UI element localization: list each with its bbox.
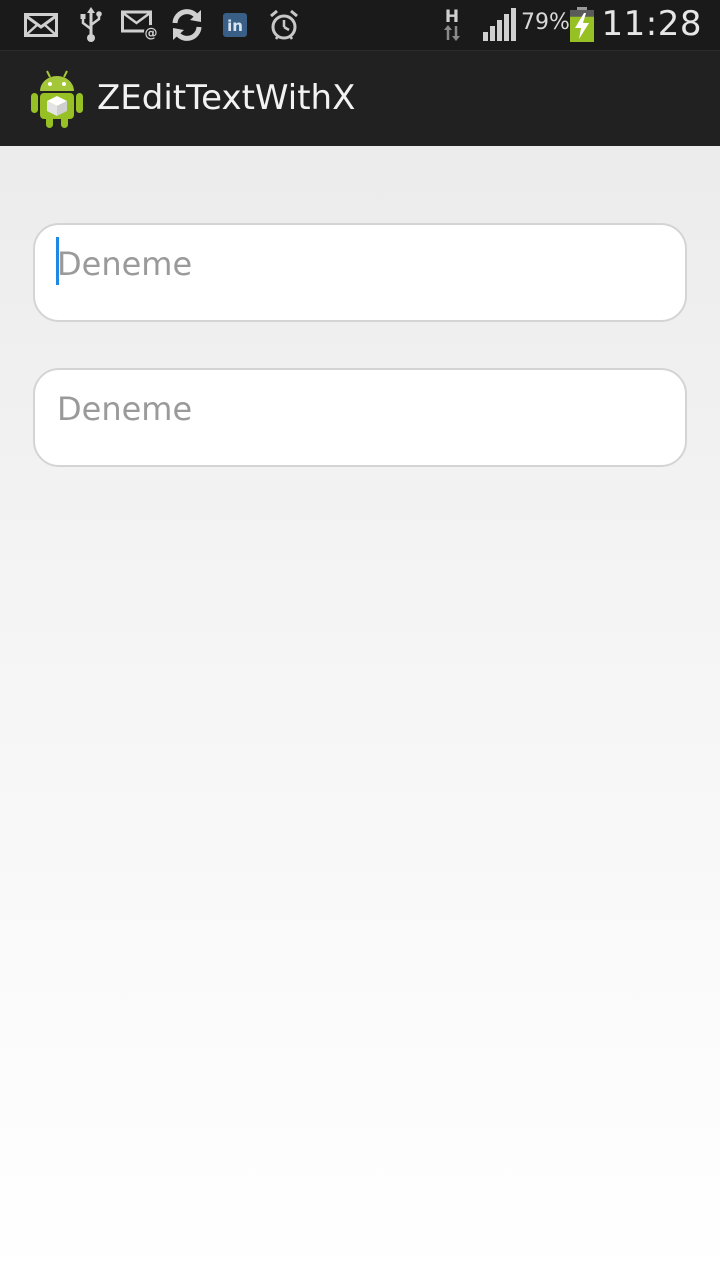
alarm-icon <box>267 7 301 43</box>
usb-icon <box>76 7 106 43</box>
action-bar: ZEditTextWithX <box>0 50 720 146</box>
email-at-icon: @ <box>120 7 160 43</box>
app-title: ZEditTextWithX <box>97 78 356 118</box>
battery-percent: 79% <box>521 10 570 35</box>
edit-text-field-1[interactable] <box>33 223 687 322</box>
android-robot-icon[interactable] <box>30 69 84 129</box>
hspa-data-icon: H <box>440 7 464 43</box>
mail-icon <box>22 7 60 43</box>
battery-charging-icon <box>568 7 596 43</box>
svg-text:@: @ <box>145 26 158 40</box>
signal-icon <box>480 7 518 43</box>
svg-text:in: in <box>227 17 243 35</box>
text-cursor <box>56 237 59 285</box>
edit-text-input-2[interactable] <box>57 384 657 434</box>
linkedin-icon: in <box>222 7 248 43</box>
edit-text-input-1[interactable] <box>57 239 657 289</box>
status-bar: @ in H 79% 11:28 <box>0 0 720 50</box>
edit-text-field-2[interactable] <box>33 368 687 467</box>
network-type-label: H <box>444 7 460 27</box>
status-clock: 11:28 <box>601 4 702 44</box>
sync-icon <box>167 7 207 43</box>
